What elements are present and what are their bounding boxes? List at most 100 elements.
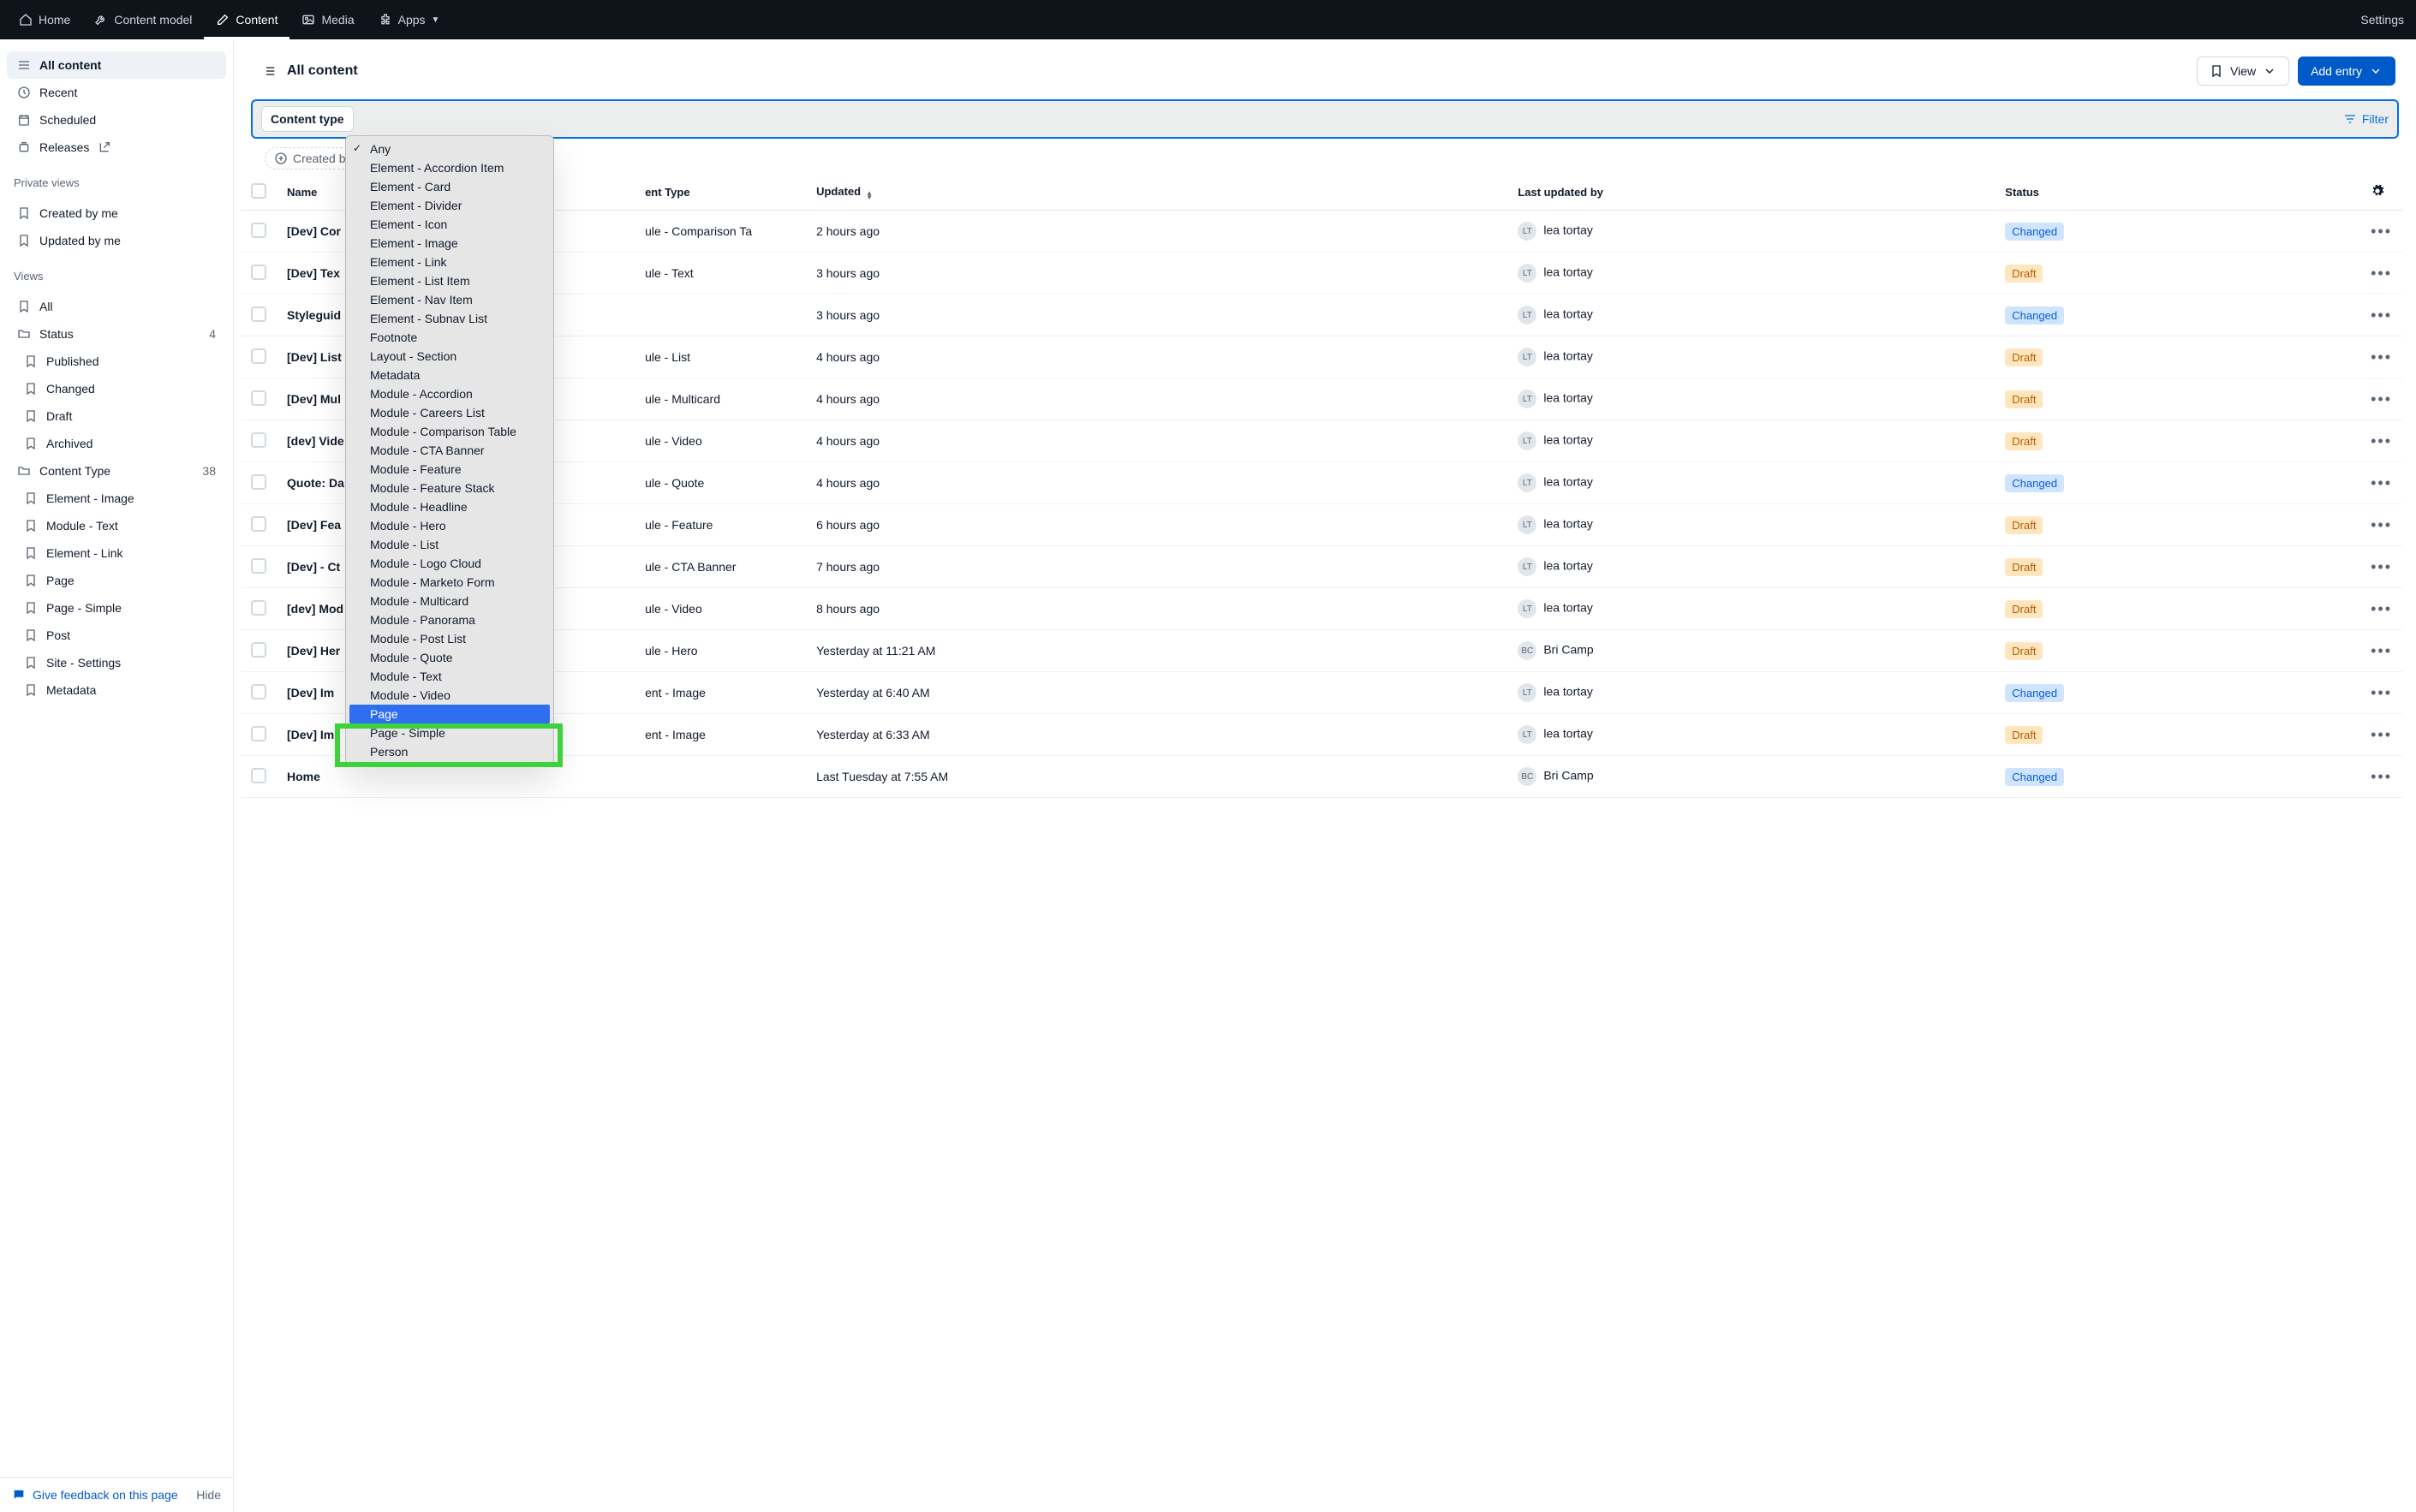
table-row[interactable]: [Dev] Iment - ImageYesterday at 6:40 AML… <box>241 672 2402 714</box>
dropdown-option-module-quote[interactable]: Module - Quote <box>346 648 553 667</box>
row-checkbox[interactable] <box>251 390 266 406</box>
table-row[interactable]: [Dev] Corule - Comparison Ta2 hours agoL… <box>241 211 2402 253</box>
sidebar-item-updated-by-me[interactable]: Updated by me <box>7 227 226 254</box>
row-actions-button[interactable]: ••• <box>2371 265 2392 282</box>
dropdown-option-element-nav-item[interactable]: Element - Nav Item <box>346 290 553 309</box>
dropdown-option-module-panorama[interactable]: Module - Panorama <box>346 610 553 629</box>
sidebar-item-releases[interactable]: Releases <box>7 134 226 161</box>
dropdown-option-module-list[interactable]: Module - List <box>346 535 553 554</box>
sidebar-item-metadata[interactable]: Metadata <box>7 676 226 704</box>
col-updated[interactable]: Updated▲▼ <box>806 175 1507 211</box>
dropdown-option-element-card[interactable]: Element - Card <box>346 177 553 196</box>
topnav-home[interactable]: Home <box>7 0 82 39</box>
gear-icon[interactable] <box>2371 184 2384 198</box>
topnav-apps[interactable]: Apps▼ <box>367 0 452 39</box>
dropdown-option-element-divider[interactable]: Element - Divider <box>346 196 553 215</box>
row-checkbox[interactable] <box>251 726 266 741</box>
table-row[interactable]: [dev] Module - Video8 hours agoLTlea tor… <box>241 588 2402 630</box>
dropdown-option-layout-section[interactable]: Layout - Section <box>346 347 553 366</box>
dropdown-option-module-accordion[interactable]: Module - Accordion <box>346 384 553 403</box>
dropdown-option-module-marketo-form[interactable]: Module - Marketo Form <box>346 573 553 592</box>
sidebar-item-page-simple[interactable]: Page - Simple <box>7 594 226 622</box>
row-checkbox[interactable] <box>251 474 266 490</box>
col-status[interactable]: Status <box>1995 175 2360 211</box>
row-checkbox[interactable] <box>251 558 266 574</box>
row-actions-button[interactable]: ••• <box>2371 390 2392 408</box>
row-actions-button[interactable]: ••• <box>2371 474 2392 491</box>
row-actions-button[interactable]: ••• <box>2371 558 2392 575</box>
dropdown-option-module-headline[interactable]: Module - Headline <box>346 497 553 516</box>
sidebar-item-element-image[interactable]: Element - Image <box>7 485 226 512</box>
row-actions-button[interactable]: ••• <box>2371 726 2392 743</box>
table-row[interactable]: [dev] Videule - Video4 hours agoLTlea to… <box>241 420 2402 462</box>
row-actions-button[interactable]: ••• <box>2371 348 2392 366</box>
dropdown-option-module-careers-list[interactable]: Module - Careers List <box>346 403 553 422</box>
sidebar-item-published[interactable]: Published <box>7 348 226 375</box>
dropdown-option-module-post-list[interactable]: Module - Post List <box>346 629 553 648</box>
table-row[interactable]: [Dev] Feaule - Feature6 hours agoLTlea t… <box>241 504 2402 546</box>
table-row[interactable]: [Dev] Iment - ImageYesterday at 6:33 AML… <box>241 714 2402 756</box>
dropdown-option-page[interactable]: Page <box>349 705 550 723</box>
dropdown-option-module-feature-stack[interactable]: Module - Feature Stack <box>346 479 553 497</box>
sidebar-item-changed[interactable]: Changed <box>7 375 226 402</box>
row-checkbox[interactable] <box>251 516 266 532</box>
table-row[interactable]: HomeLast Tuesday at 7:55 AMBCBri CampCha… <box>241 756 2402 798</box>
dropdown-option-element-accordion-item[interactable]: Element - Accordion Item <box>346 158 553 177</box>
dropdown-option-module-logo-cloud[interactable]: Module - Logo Cloud <box>346 554 553 573</box>
hide-sidebar-button[interactable]: Hide <box>196 1488 221 1502</box>
dropdown-option-module-text[interactable]: Module - Text <box>346 667 553 686</box>
table-row[interactable]: Styleguid3 hours agoLTlea tortayChanged•… <box>241 295 2402 336</box>
sidebar-item-site-settings[interactable]: Site - Settings <box>7 649 226 676</box>
table-row[interactable]: Quote: Daule - Quote4 hours agoLTlea tor… <box>241 462 2402 504</box>
select-all-checkbox[interactable] <box>251 183 266 199</box>
dropdown-option-element-subnav-list[interactable]: Element - Subnav List <box>346 309 553 328</box>
sidebar-item-created-by-me[interactable]: Created by me <box>7 199 226 227</box>
row-actions-button[interactable]: ••• <box>2371 768 2392 785</box>
topnav-content-model[interactable]: Content model <box>82 0 204 39</box>
sidebar-item-status[interactable]: Status4 <box>7 320 226 348</box>
settings-link[interactable]: Settings <box>2360 13 2409 27</box>
dropdown-option-module-hero[interactable]: Module - Hero <box>346 516 553 535</box>
row-checkbox[interactable] <box>251 768 266 783</box>
dropdown-option-element-list-item[interactable]: Element - List Item <box>346 271 553 290</box>
row-actions-button[interactable]: ••• <box>2371 642 2392 659</box>
row-actions-button[interactable]: ••• <box>2371 600 2392 617</box>
row-checkbox[interactable] <box>251 307 266 322</box>
dropdown-option-footnote[interactable]: Footnote <box>346 328 553 347</box>
sidebar-item-all-content[interactable]: All content <box>7 51 226 79</box>
table-row[interactable]: [Dev] Herule - HeroYesterday at 11:21 AM… <box>241 630 2402 672</box>
row-checkbox[interactable] <box>251 223 266 238</box>
row-checkbox[interactable] <box>251 432 266 448</box>
row-checkbox[interactable] <box>251 600 266 616</box>
row-actions-button[interactable]: ••• <box>2371 432 2392 449</box>
dropdown-option-element-link[interactable]: Element - Link <box>346 253 553 271</box>
row-actions-button[interactable]: ••• <box>2371 223 2392 240</box>
dropdown-option-module-feature[interactable]: Module - Feature <box>346 460 553 479</box>
col-updated-by[interactable]: Last updated by <box>1507 175 1995 211</box>
filter-button[interactable]: Filter <box>2343 112 2389 126</box>
row-checkbox[interactable] <box>251 684 266 699</box>
view-button[interactable]: View <box>2197 57 2289 86</box>
col-content-type[interactable]: ent Type <box>635 175 806 211</box>
table-row[interactable]: [Dev] - Ctule - CTA Banner7 hours agoLTl… <box>241 546 2402 588</box>
dropdown-option-module-multicard[interactable]: Module - Multicard <box>346 592 553 610</box>
dropdown-option-page-simple[interactable]: Page - Simple <box>346 723 553 742</box>
row-actions-button[interactable]: ••• <box>2371 307 2392 324</box>
sidebar-item-all[interactable]: All <box>7 293 226 320</box>
dropdown-option-metadata[interactable]: Metadata <box>346 366 553 384</box>
dropdown-option-module-comparison-table[interactable]: Module - Comparison Table <box>346 422 553 441</box>
sidebar-item-page[interactable]: Page <box>7 567 226 594</box>
dropdown-option-element-image[interactable]: Element - Image <box>346 234 553 253</box>
sidebar-item-post[interactable]: Post <box>7 622 226 649</box>
row-actions-button[interactable]: ••• <box>2371 516 2392 533</box>
content-type-dropdown[interactable]: AnyElement - Accordion ItemElement - Car… <box>345 135 554 765</box>
sidebar-item-scheduled[interactable]: Scheduled <box>7 106 226 134</box>
content-type-filter-pill[interactable]: Content type <box>261 106 354 132</box>
row-actions-button[interactable]: ••• <box>2371 684 2392 701</box>
table-row[interactable]: [Dev] Listule - List4 hours agoLTlea tor… <box>241 336 2402 378</box>
topnav-content[interactable]: Content <box>204 0 289 39</box>
sidebar-item-draft[interactable]: Draft <box>7 402 226 430</box>
row-checkbox[interactable] <box>251 348 266 364</box>
table-row[interactable]: [Dev] Texule - Text3 hours agoLTlea tort… <box>241 253 2402 295</box>
row-checkbox[interactable] <box>251 265 266 280</box>
